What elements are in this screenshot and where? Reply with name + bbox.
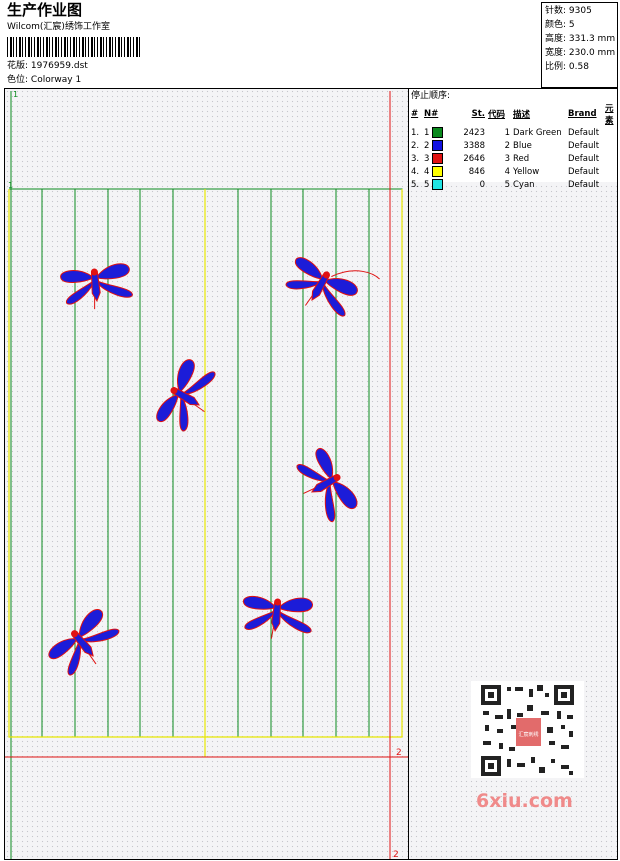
- table-header-row: # N# St. 代码 描述 Brand 元素: [411, 102, 617, 126]
- table-row: 1. 1 2423 1 Dark Green Default: [411, 126, 617, 139]
- col-code: 代码: [488, 110, 506, 120]
- dragonfly-2: [277, 252, 380, 326]
- design-canvas: 1 1 2 2: [4, 88, 409, 860]
- row-index: 2.: [411, 140, 420, 151]
- row-code: 4: [504, 166, 510, 177]
- row-brand: Default: [568, 153, 600, 164]
- row-stitches: 0: [479, 179, 485, 190]
- row-stitches: 3388: [463, 140, 485, 151]
- color-swatch: [432, 179, 444, 190]
- stop-number: 4: [424, 167, 430, 177]
- color-swatch: [432, 127, 444, 138]
- row-brand: Default: [568, 179, 600, 190]
- row-stop: 3: [424, 152, 461, 165]
- row-code: 1: [504, 127, 510, 138]
- row-stitches: 846: [468, 166, 485, 177]
- row-stop: 2: [424, 139, 461, 152]
- colorway-value: Colorway 1: [30, 75, 82, 85]
- table-row: 2. 2 3388 2 Blue Default: [411, 139, 617, 152]
- design-label: 花版:: [7, 61, 29, 71]
- row-element: [605, 152, 617, 165]
- stop-sequence-title: 停止顺序:: [411, 91, 451, 101]
- row-element: [605, 139, 617, 152]
- color-swatch: [432, 166, 444, 177]
- qr-code: 汇宸刺绣: [471, 681, 584, 778]
- row-brand: Default: [568, 140, 600, 151]
- col-element: 元素: [605, 104, 614, 126]
- colorway-row: 色位: Colorway 1: [7, 74, 81, 86]
- row-desc: Yellow: [513, 166, 540, 177]
- design-value: 1976959.dst: [30, 61, 88, 71]
- marker-start-lattice: 1: [8, 181, 13, 190]
- row-desc: Blue: [513, 140, 532, 151]
- marker-start-top: 1: [13, 90, 18, 99]
- table-row: 4. 4 846 4 Yellow Default: [411, 165, 617, 178]
- colors-label: 颜色:: [545, 20, 567, 30]
- height-value: 331.3 mm: [568, 34, 616, 44]
- stitches-value: 9305: [568, 6, 592, 16]
- barcode: [7, 37, 142, 57]
- row-stitches: 2646: [463, 153, 485, 164]
- studio-name: Wilcom(汇宸)绣饰工作室: [7, 22, 110, 32]
- seal-text: 汇宸刺绣: [518, 731, 538, 738]
- scale-value: 0.58: [568, 62, 589, 72]
- qr-svg: 汇宸刺绣: [481, 685, 574, 776]
- row-index: 5.: [411, 179, 420, 190]
- design-row: 花版: 1976959.dst: [7, 60, 88, 72]
- row-code: 3: [504, 153, 510, 164]
- dragonfly-5: [43, 605, 127, 685]
- marker-end-bottom: 2: [393, 850, 399, 859]
- row-element: [605, 126, 617, 139]
- row-brand: Default: [568, 127, 600, 138]
- stop-number: 2: [424, 141, 430, 151]
- width-label: 宽度:: [545, 48, 567, 58]
- row-index: 4.: [411, 166, 420, 177]
- col-stop: N#: [424, 109, 439, 119]
- stop-sequence-table: # N# St. 代码 描述 Brand 元素 1. 1 2423 1 Dark Gr…: [411, 102, 617, 191]
- row-desc: Red: [513, 153, 530, 164]
- color-swatch: [432, 153, 444, 164]
- scale-label: 比例:: [545, 62, 567, 72]
- dragonfly-3: [151, 355, 225, 440]
- stop-number: 1: [424, 128, 430, 138]
- row-stitches: 2423: [463, 127, 485, 138]
- row-stop: 4: [424, 165, 461, 178]
- row-element: [605, 165, 617, 178]
- col-brand: Brand: [568, 109, 597, 119]
- stop-number: 5: [424, 180, 430, 190]
- row-code: 5: [504, 179, 510, 190]
- height-label: 高度:: [545, 34, 567, 44]
- page-title: 生产作业图: [7, 1, 83, 19]
- row-code: 2: [504, 140, 510, 151]
- col-desc: 描述: [513, 110, 531, 120]
- color-swatch: [432, 140, 444, 151]
- design-svg: 1 1 2 2: [5, 90, 408, 859]
- stop-number: 3: [424, 154, 430, 164]
- row-index: 3.: [411, 153, 420, 164]
- watermark-brand: 6xiu.com: [476, 790, 573, 812]
- table-row: 5. 5 0 5 Cyan Default: [411, 178, 617, 191]
- row-stop: 1: [424, 126, 461, 139]
- dragonfly-1: [59, 262, 134, 313]
- row-brand: Default: [568, 166, 600, 177]
- colorway-label: 色位:: [7, 75, 29, 85]
- stats-panel: 针数: 9305 颜色: 5 高度: 331.3 mm 宽度: 230.0 mm…: [541, 2, 618, 88]
- row-stop: 5: [424, 178, 461, 191]
- col-index: #: [411, 109, 419, 119]
- stitches-label: 针数:: [545, 6, 567, 16]
- width-value: 230.0 mm: [568, 48, 616, 58]
- col-stitches: St.: [471, 109, 485, 119]
- dragonfly-4: [287, 444, 361, 528]
- marker-end-right: 2: [396, 748, 402, 758]
- row-desc: Cyan: [513, 179, 535, 190]
- row-index: 1.: [411, 127, 420, 138]
- row-desc: Dark Green: [513, 127, 562, 138]
- row-element: [605, 178, 617, 191]
- table-row: 3. 3 2646 3 Red Default: [411, 152, 617, 165]
- colors-value: 5: [568, 20, 575, 30]
